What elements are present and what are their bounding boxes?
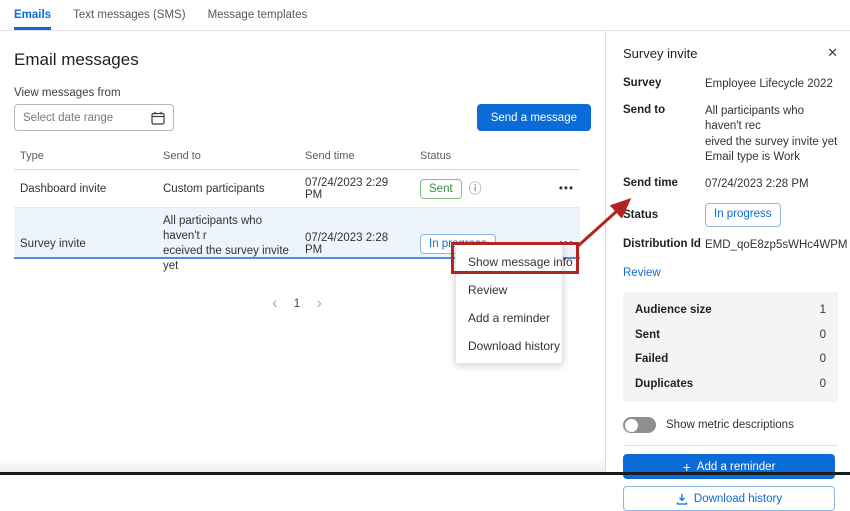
review-link[interactable]: Review — [623, 267, 661, 279]
metrics-summary: Audience size 1 Sent 0 Failed 0 Duplicat… — [623, 292, 838, 402]
date-range-input[interactable]: Select date range — [14, 104, 174, 131]
status-badge: Sent — [420, 179, 462, 199]
metric-row: Sent 0 — [635, 323, 826, 348]
field-label-survey: Survey — [623, 77, 705, 93]
tab-text-messages[interactable]: Text messages (SMS) — [73, 1, 185, 30]
row-type: Survey invite — [14, 232, 157, 256]
field-label-distribution-id: Distribution Id — [623, 238, 705, 254]
col-header-send-to: Send to — [157, 150, 299, 162]
metric-value-duplicates: 0 — [820, 378, 826, 390]
row-send-to: Custom participants — [157, 177, 299, 201]
calendar-icon — [151, 111, 165, 125]
field-label-send-to: Send to — [623, 104, 705, 166]
download-icon — [676, 493, 688, 505]
previous-page-icon[interactable]: ‹ — [272, 294, 278, 311]
menu-item-add-a-reminder[interactable]: Add a reminder — [456, 304, 562, 332]
next-page-icon[interactable]: › — [316, 294, 322, 311]
metric-value-audience-size: 1 — [820, 304, 826, 316]
row-actions-context-menu: Show message info Review Add a reminder … — [455, 244, 563, 364]
menu-item-download-history[interactable]: Download history — [456, 332, 562, 360]
col-header-status: Status — [414, 150, 512, 162]
col-header-type: Type — [14, 150, 157, 162]
show-metric-descriptions-toggle[interactable] — [623, 417, 656, 433]
row-send-to: All participants who haven't r eceived t… — [157, 208, 299, 280]
table-header-row: Type Send to Send time Status — [14, 143, 580, 170]
menu-item-show-message-info[interactable]: Show message info — [456, 248, 562, 276]
row-type: Dashboard invite — [14, 177, 157, 201]
metric-value-failed: 0 — [820, 353, 826, 365]
toggle-label: Show metric descriptions — [666, 419, 794, 431]
page-number: 1 — [294, 296, 301, 310]
panel-title: Survey invite — [623, 46, 697, 61]
info-icon[interactable]: ⓘ — [469, 182, 482, 195]
metric-value-sent: 0 — [820, 329, 826, 341]
metric-label-sent: Sent — [635, 329, 660, 341]
field-value-send-time: 07/24/2023 2:28 PM — [705, 177, 838, 193]
send-a-message-button[interactable]: Send a message — [477, 104, 591, 131]
download-history-button[interactable]: Download history — [623, 486, 835, 511]
top-tab-bar: Emails Text messages (SMS) Message templ… — [0, 0, 850, 31]
field-value-distribution-id: EMD_qoE8zp5sWHc4WPM — [705, 238, 848, 254]
table-row[interactable]: Dashboard invite Custom participants 07/… — [14, 170, 580, 208]
metric-row: Failed 0 — [635, 347, 826, 372]
date-range-placeholder: Select date range — [23, 112, 151, 124]
metric-label-duplicates: Duplicates — [635, 378, 693, 390]
message-info-panel: Survey invite ✕ Survey Employee Lifecycl… — [605, 31, 850, 472]
metric-label-audience-size: Audience size — [635, 304, 712, 316]
col-header-send-time: Send time — [299, 150, 414, 162]
panel-status-badge: In progress — [705, 203, 781, 227]
add-a-reminder-button[interactable]: + Add a reminder — [623, 454, 835, 479]
row-send-time: 07/24/2023 2:28 PM — [299, 226, 414, 262]
menu-item-review[interactable]: Review — [456, 276, 562, 304]
row-send-time: 07/24/2023 2:29 PM — [299, 171, 414, 207]
bottom-fade — [0, 458, 605, 472]
metric-row: Duplicates 0 — [635, 372, 826, 397]
field-label-send-time: Send time — [623, 177, 705, 193]
field-label-status: Status — [623, 209, 705, 221]
messages-table: Type Send to Send time Status Dashboard … — [14, 143, 580, 259]
close-icon[interactable]: ✕ — [827, 45, 838, 61]
tab-emails[interactable]: Emails — [14, 1, 51, 30]
field-value-survey: Employee Lifecycle 2022 — [705, 77, 838, 93]
page-title: Email messages — [14, 50, 605, 70]
field-value-send-to: All participants who haven't rec eived t… — [705, 104, 838, 166]
metric-row: Audience size 1 — [635, 298, 826, 323]
metric-label-failed: Failed — [635, 353, 668, 365]
tab-message-templates[interactable]: Message templates — [208, 1, 308, 30]
view-messages-from-label: View messages from — [14, 87, 605, 99]
row-actions-menu-button[interactable]: ••• — [512, 177, 580, 201]
